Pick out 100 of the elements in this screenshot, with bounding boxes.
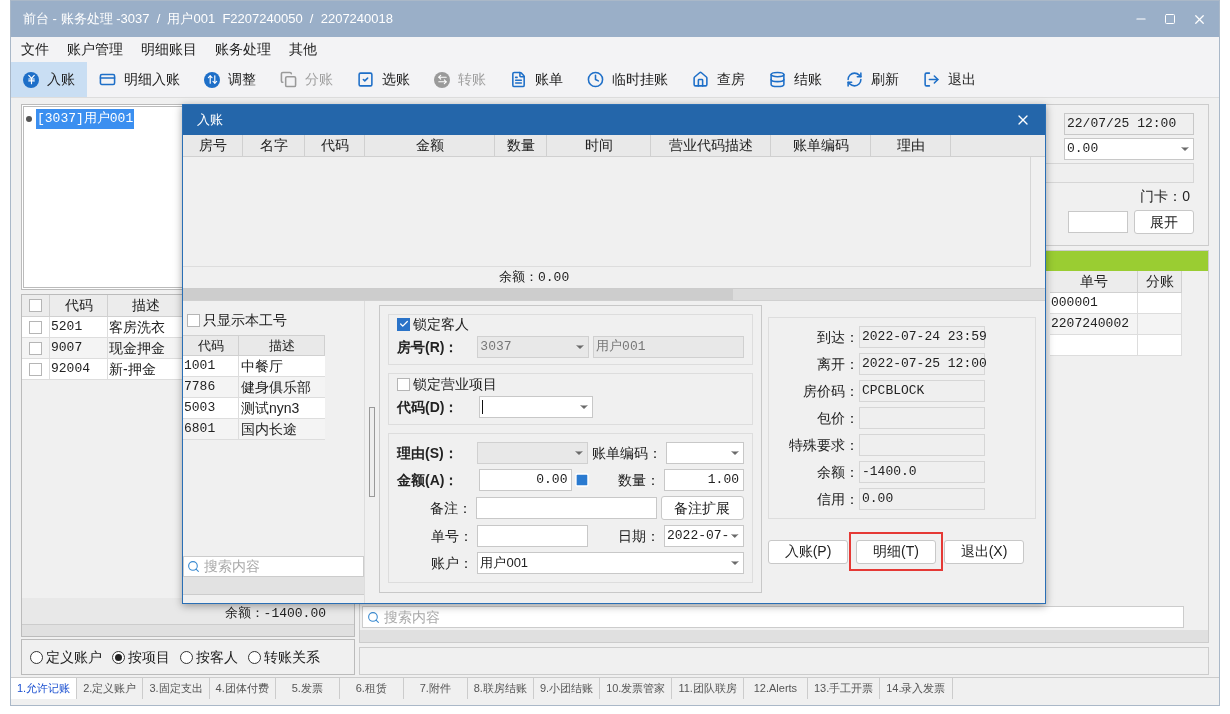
dropdown-field[interactable] bbox=[476, 442, 588, 464]
menu-item[interactable]: 账务处理 bbox=[215, 39, 271, 60]
refresh-icon bbox=[846, 71, 863, 88]
menu-item[interactable]: 明细账目 bbox=[141, 39, 197, 60]
input-field[interactable]: 1.00 bbox=[664, 469, 744, 491]
toolbar-button[interactable]: 调整 bbox=[192, 62, 268, 97]
bottom-tab[interactable]: 4.团体付费 bbox=[209, 678, 276, 699]
input-field[interactable] bbox=[476, 525, 588, 547]
menu-item[interactable]: 文件 bbox=[21, 39, 49, 60]
toolbar-button[interactable]: 退出 bbox=[911, 62, 988, 97]
bottom-tab[interactable]: 6.租赁 bbox=[339, 678, 404, 699]
input-field[interactable]: 用户001 bbox=[593, 336, 744, 358]
bottom-tab[interactable]: 2.定义账户 bbox=[77, 678, 144, 699]
bottom-tab[interactable]: 11.团队联房 bbox=[672, 678, 744, 699]
checkbox[interactable] bbox=[29, 341, 42, 355]
column-header[interactable]: 数量 bbox=[495, 135, 547, 156]
toolbar-button[interactable]: 入账 bbox=[11, 62, 87, 97]
bottom-tab[interactable]: 3.固定支出 bbox=[143, 678, 210, 699]
toolbar-button[interactable]: 账单 bbox=[498, 62, 575, 97]
expand-button[interactable]: 展开 bbox=[1134, 210, 1194, 234]
column-header[interactable]: 描述 bbox=[239, 336, 325, 355]
table-cell: 9007 bbox=[50, 338, 108, 358]
bottom-tab[interactable]: 7.附件 bbox=[403, 678, 468, 699]
field-label: 信用： bbox=[816, 489, 859, 509]
bottom-tab[interactable]: 10.发票管家 bbox=[600, 678, 673, 699]
horizontal-scrollbar[interactable] bbox=[183, 577, 364, 595]
column-header[interactable]: 代码 bbox=[183, 336, 239, 355]
dropdown-field[interactable] bbox=[666, 442, 744, 464]
bottom-tab[interactable]: 12.Alerts bbox=[743, 678, 808, 699]
dialog-button[interactable]: 明细(T) bbox=[856, 539, 936, 564]
checkbox[interactable] bbox=[29, 320, 42, 334]
column-header[interactable]: 代码 bbox=[50, 295, 108, 316]
clock-icon bbox=[587, 71, 604, 88]
bottom-tab[interactable]: 8.联房结账 bbox=[467, 678, 534, 699]
column-header[interactable]: 单号 bbox=[1050, 271, 1138, 292]
column-header[interactable]: 账单编码 bbox=[771, 135, 871, 156]
toolbar-button[interactable]: 刷新 bbox=[834, 62, 911, 97]
checkbox[interactable] bbox=[29, 362, 42, 376]
column-header[interactable]: 营业代码描述 bbox=[651, 135, 771, 156]
column-header[interactable]: 分账 bbox=[1138, 271, 1182, 292]
menu-item[interactable]: 账户管理 bbox=[67, 39, 123, 60]
dropdown-field[interactable] bbox=[479, 396, 593, 418]
bottom-tab[interactable]: 5.发票 bbox=[275, 678, 340, 699]
dropdown-field[interactable]: 3037 bbox=[477, 336, 590, 358]
radio-button[interactable] bbox=[248, 650, 261, 664]
splitter-handle[interactable] bbox=[369, 407, 375, 497]
field-label: 账户： bbox=[430, 553, 474, 573]
field-label: 离开： bbox=[816, 354, 859, 374]
checkbox-label: 只显示本工号 bbox=[203, 310, 287, 330]
input-field[interactable]: 22/07/25 12:00 bbox=[1064, 113, 1194, 135]
dialog-button[interactable]: 入账(P) bbox=[768, 539, 848, 564]
column-header[interactable]: 房号 bbox=[183, 135, 243, 156]
toolbar-button[interactable]: 选账 bbox=[345, 62, 422, 97]
table-cell: 000001 bbox=[1050, 293, 1138, 313]
horizontal-scrollbar[interactable] bbox=[360, 630, 1208, 642]
document-icon bbox=[510, 71, 527, 88]
toolbar-button[interactable]: 临时挂账 bbox=[575, 62, 680, 97]
radio-button[interactable] bbox=[30, 650, 43, 664]
bottom-tab[interactable]: 14.录入发票 bbox=[880, 678, 953, 699]
column-header[interactable]: 时间 bbox=[547, 135, 651, 156]
menu-item[interactable]: 其他 bbox=[289, 39, 317, 60]
input-field[interactable] bbox=[476, 497, 657, 519]
bottom-tab[interactable]: 1.允许记账 bbox=[11, 678, 78, 699]
column-header[interactable]: 名字 bbox=[243, 135, 305, 156]
field-label: 代码(D)： bbox=[397, 397, 460, 417]
input-field[interactable] bbox=[859, 434, 985, 456]
input-field[interactable] bbox=[1068, 211, 1128, 233]
toolbar-button[interactable]: 结账 bbox=[757, 62, 834, 97]
input-field[interactable] bbox=[859, 407, 985, 429]
balance-text: 余额：0.00 bbox=[499, 268, 570, 287]
input-field[interactable]: 2022-07-25 12:00 bbox=[859, 353, 985, 375]
checkbox-icon bbox=[357, 71, 374, 88]
field-label: 包价： bbox=[816, 408, 859, 428]
dropdown-field[interactable]: 0.00 bbox=[1064, 138, 1194, 160]
horizontal-scrollbar[interactable] bbox=[183, 288, 1045, 300]
note-expand-button[interactable]: 备注扩展 bbox=[660, 496, 744, 520]
radio-button[interactable] bbox=[112, 650, 125, 664]
input-field[interactable]: CPCBLOCK bbox=[859, 380, 985, 402]
checkbox[interactable] bbox=[187, 313, 200, 327]
column-header[interactable]: 代码 bbox=[305, 135, 365, 156]
input-field[interactable]: 0.00 bbox=[859, 488, 985, 510]
input-field[interactable]: 2022-07-24 23:59 bbox=[859, 326, 985, 348]
input-field[interactable]: -1400.0 bbox=[859, 461, 985, 483]
horizontal-scrollbar[interactable] bbox=[22, 624, 354, 636]
dialog-button[interactable]: 退出(X) bbox=[944, 539, 1024, 564]
input-field[interactable]: 0.00 bbox=[478, 469, 573, 491]
radio-button[interactable] bbox=[180, 650, 193, 664]
column-header[interactable]: 金额 bbox=[365, 135, 495, 156]
toolbar-button[interactable]: 查房 bbox=[680, 62, 757, 97]
dropdown-field[interactable]: 2022-07- bbox=[664, 525, 744, 547]
checkbox[interactable] bbox=[29, 299, 42, 312]
checkbox[interactable] bbox=[397, 377, 410, 391]
table-cell: 2207240002 bbox=[1050, 314, 1138, 334]
toolbar-button[interactable]: 明细入账 bbox=[87, 62, 192, 97]
column-header[interactable]: 理由 bbox=[871, 135, 951, 156]
bottom-tab[interactable]: 9.小团结账 bbox=[533, 678, 601, 699]
maximize-icon[interactable] bbox=[1164, 13, 1176, 25]
checkbox[interactable] bbox=[397, 317, 410, 331]
dropdown-field[interactable]: 用户001 bbox=[477, 552, 744, 574]
bottom-tab[interactable]: 13.手工开票 bbox=[807, 678, 881, 699]
